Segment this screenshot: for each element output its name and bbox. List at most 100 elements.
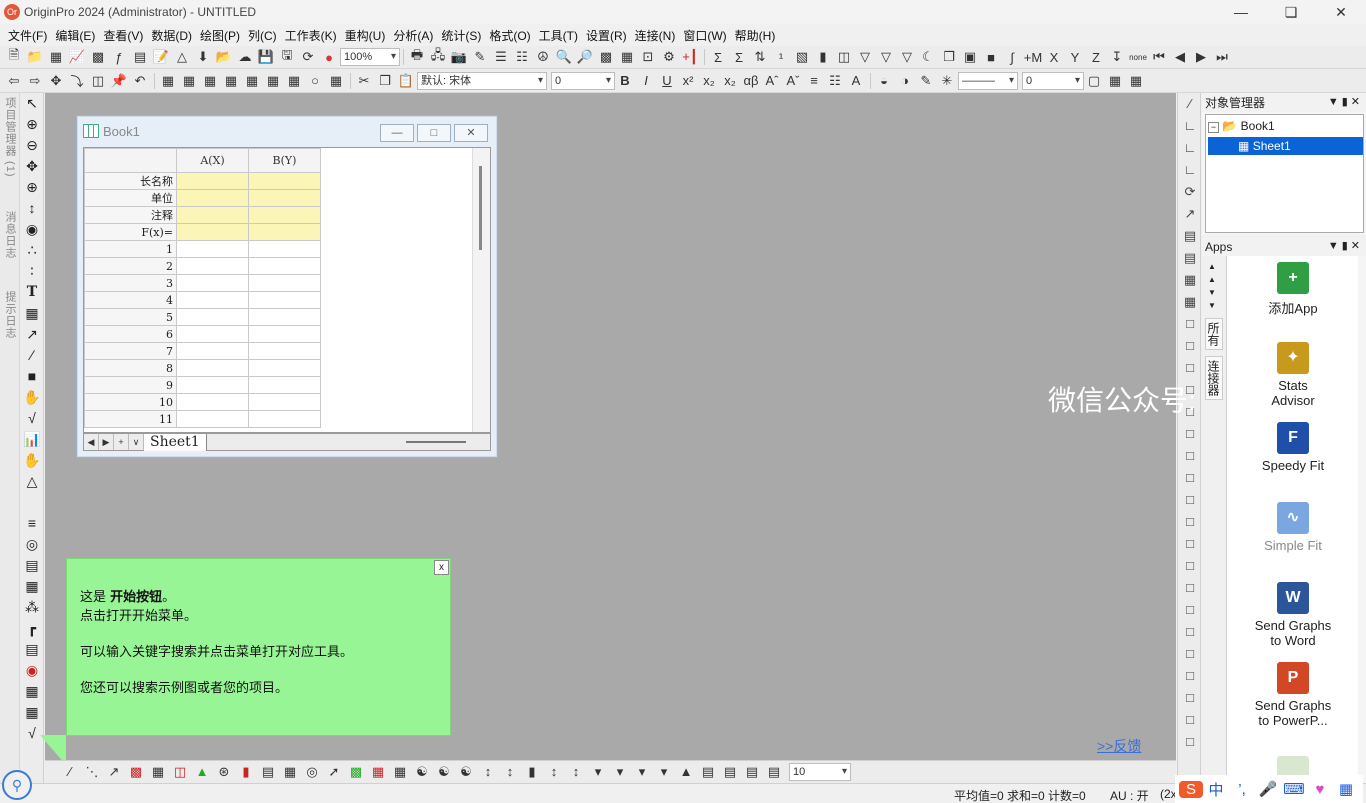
new-notes-icon[interactable]: 📝 [151,48,171,66]
strip-layout-7-icon[interactable]: □ [1178,357,1202,379]
skin-icon[interactable]: ♥ [1307,781,1333,798]
menu-file[interactable]: 文件(F) [4,27,51,44]
stats-tool-icon[interactable]: ⁂ [20,597,44,618]
graph-q-icon[interactable]: ▤ [763,763,785,781]
vector-plot-icon[interactable]: ➚ [323,763,345,781]
menu-help[interactable]: 帮助(H) [731,27,780,44]
table-tool-icon[interactable]: ▦ [20,702,44,723]
first-icon[interactable]: ⏮ [1149,48,1169,66]
align-left-icon[interactable]: ≡ [804,72,824,90]
collapse-icon[interactable]: − [1208,122,1219,133]
command-window-icon[interactable]: ▩ [596,48,616,66]
strip-layout-24-icon[interactable]: □ [1178,731,1202,753]
strip-layout-20-icon[interactable]: □ [1178,643,1202,665]
sort-icon[interactable]: ⇅ [750,48,770,66]
menu-worksheet[interactable]: 工作表(K) [281,27,341,44]
sqrt-icon[interactable]: √ [20,408,44,429]
print-icon[interactable]: 🖶 [407,47,427,66]
data-cell[interactable] [248,291,321,309]
pan-icon[interactable]: ✋ [20,450,44,471]
row-header[interactable]: 7 [84,342,177,360]
sheet-prev-button[interactable]: ◀ [84,434,99,450]
sheet-tab-sheet1[interactable]: Sheet1 [144,433,207,451]
new-graph-icon[interactable]: 📈 [67,48,87,66]
menu-view[interactable]: 查看(V) [99,27,147,44]
new-folder-icon[interactable]: 📁 [25,48,45,66]
subscript-icon[interactable]: x₂ [699,72,719,90]
data-cell[interactable] [248,274,321,292]
x-icon[interactable]: X [1044,48,1064,66]
status-autoupdate[interactable]: AU : 开 [1110,787,1149,803]
fill-color-icon[interactable]: ◒ [874,72,894,90]
scatter-plot-icon[interactable]: ⋱ [81,763,103,781]
stats-row-icon[interactable]: Σ [729,48,749,66]
strip-axis-3-icon[interactable]: ∟ [1178,159,1202,181]
app-send-graphs-powerpoint[interactable]: P Send Graphs to PowerP... [1227,662,1359,728]
meta-row-header[interactable]: 长名称 [84,172,177,190]
menu-statistics[interactable]: 统计(S) [437,27,485,44]
pin-icon[interactable]: 📌 [109,72,129,90]
menu-reshape[interactable]: 重构(U) [341,27,390,44]
data-selector-icon[interactable]: ↕ [20,198,44,219]
worksheet-7-icon[interactable]: ▦ [284,72,304,90]
new-layout-icon[interactable]: ▤ [130,48,150,66]
underline-icon[interactable]: U [657,72,677,90]
worksheet-4-icon[interactable]: ▦ [221,72,241,90]
export-icon[interactable]: 📷 [449,48,469,66]
horizontal-scrollbar[interactable] [406,441,466,443]
template-icon[interactable]: ▤ [257,763,279,781]
tip-log-tab[interactable]: 提示日志 [2,291,18,339]
peak-icon[interactable]: ∫ [1002,48,1022,66]
strip-layout-15-icon[interactable]: □ [1178,533,1202,555]
line-plot-icon[interactable]: ∕ [59,763,81,781]
strip-layout-10-icon[interactable]: □ [1178,423,1202,445]
data-cell[interactable] [176,325,249,343]
book-icon[interactable]: ▦ [20,681,44,702]
xy-icon[interactable]: +M [1023,48,1043,66]
contour-plot-icon[interactable]: ◎ [301,763,323,781]
data-cell[interactable] [176,240,249,258]
set-values-icon[interactable]: ¹ [771,48,791,66]
meta-cell[interactable] [248,223,321,241]
line-symbol-plot-icon[interactable]: ↗ [103,763,125,781]
data-cell[interactable] [176,393,249,411]
text-tool-icon[interactable]: T [20,282,44,303]
data-cell[interactable] [176,376,249,394]
data-cell[interactable] [176,308,249,326]
tree-item-sheet1[interactable]: ▦ Sheet1 [1208,137,1363,155]
bottom-size-combo[interactable]: 10 [789,763,851,781]
graph-i-icon[interactable]: ▾ [587,763,609,781]
toolbox-icon[interactable]: ▦ [1333,780,1359,798]
strip-layout-14-icon[interactable]: □ [1178,511,1202,533]
pattern-icon[interactable]: ◑ [895,72,915,90]
new-matrix-icon[interactable]: ▩ [88,48,108,66]
3d-plot-icon[interactable]: ▦ [279,763,301,781]
alert-icon[interactable]: ◉ [20,660,44,681]
superscript-icon[interactable]: x² [678,72,698,90]
graph-o-icon[interactable]: ▤ [719,763,741,781]
data-cell[interactable] [248,240,321,258]
data-cell[interactable] [248,410,321,428]
box-plot-icon[interactable]: ◫ [169,763,191,781]
font-size-combo[interactable]: 0 [551,71,615,90]
undo-icon[interactable]: ↶ [130,72,150,90]
graph-m-icon[interactable]: ▲ [675,763,697,781]
tree-item-book1[interactable]: − 📂 Book1 [1208,117,1363,135]
move-icon[interactable]: ✥ [46,72,66,90]
minimize-button[interactable]: — [1216,0,1266,24]
menu-preferences[interactable]: 设置(R) [582,27,631,44]
scale-icon[interactable]: ✥ [20,156,44,177]
rectangle-tool-icon[interactable]: ■ [20,366,44,387]
mask-icon[interactable]: ◉ [20,219,44,240]
line-color-icon[interactable]: ✎ [916,72,936,90]
filter-icon[interactable]: ▽ [855,48,875,66]
data-cell[interactable] [176,257,249,275]
paste-icon[interactable]: 📋 [396,72,416,90]
data-cell[interactable] [248,376,321,394]
align-icon[interactable]: ◫ [88,72,108,90]
strip-layout-12-icon[interactable]: □ [1178,467,1202,489]
tooltip-close-button[interactable]: x [434,560,449,575]
filter-2-icon[interactable]: ▽ [876,48,896,66]
meta-cell[interactable] [176,223,249,241]
none-icon[interactable]: none [1128,48,1148,66]
